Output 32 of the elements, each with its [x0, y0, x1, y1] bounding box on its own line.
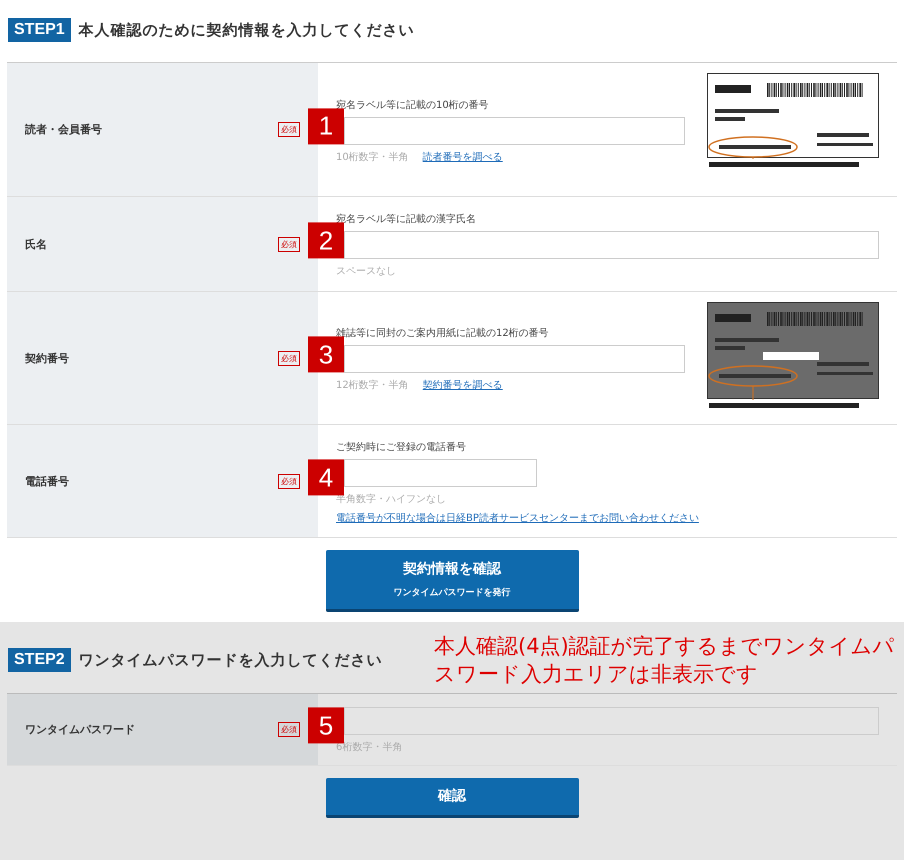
step-badge: STEP2 — [8, 648, 71, 672]
help-link[interactable]: 契約番号を調べる — [422, 378, 503, 392]
field-label: ワンタイムパスワード — [25, 722, 135, 737]
field-note: 10桁数字・半角 — [336, 150, 409, 164]
step-number-marker: 2 — [308, 222, 344, 258]
field-label: 電話番号 — [25, 474, 69, 488]
input-field[interactable] — [344, 458, 537, 486]
step-number-marker: 1 — [308, 108, 344, 144]
required-badge: 必須 — [278, 350, 300, 366]
required-badge: 必須 — [278, 722, 300, 737]
input-field[interactable] — [344, 345, 685, 373]
step-number-marker: 4 — [308, 459, 344, 496]
hidden-area-notice: 本人確認(4点)認証が完了するまでワンタイムパスワード入力エリアは非表示です — [434, 633, 896, 688]
required-badge: 必須 — [278, 236, 300, 252]
field-note: 12桁数字・半角 — [336, 378, 409, 392]
input-field[interactable] — [344, 116, 685, 144]
section-title: 本人確認のために契約情報を入力してください — [78, 20, 415, 40]
section-title: ワンタイムパスワードを入力してください — [78, 650, 383, 670]
field-hint: ご契約時にご登録の電話番号 — [336, 440, 467, 454]
field-note: スペースなし — [336, 265, 396, 278]
input-field[interactable] — [344, 231, 879, 259]
field-label: 読者・会員番号 — [25, 122, 102, 137]
field-label: 氏名 — [25, 236, 47, 252]
step-number-marker: 5 — [308, 708, 344, 744]
field-label: 契約番号 — [25, 350, 69, 366]
step-number-marker: 3 — [308, 336, 344, 372]
required-badge: 必須 — [278, 474, 300, 488]
step-badge: STEP1 — [8, 18, 71, 42]
required-badge: 必須 — [278, 122, 300, 137]
help-link[interactable]: 電話番号が不明な場合は日経BP読者サービスセンターまでお問い合わせください — [336, 510, 879, 524]
confirm-contract-button[interactable]: 契約情報を確認 ワンタイムパスワードを発行 — [326, 550, 578, 612]
help-link[interactable]: 読者番号を調べる — [422, 150, 503, 164]
